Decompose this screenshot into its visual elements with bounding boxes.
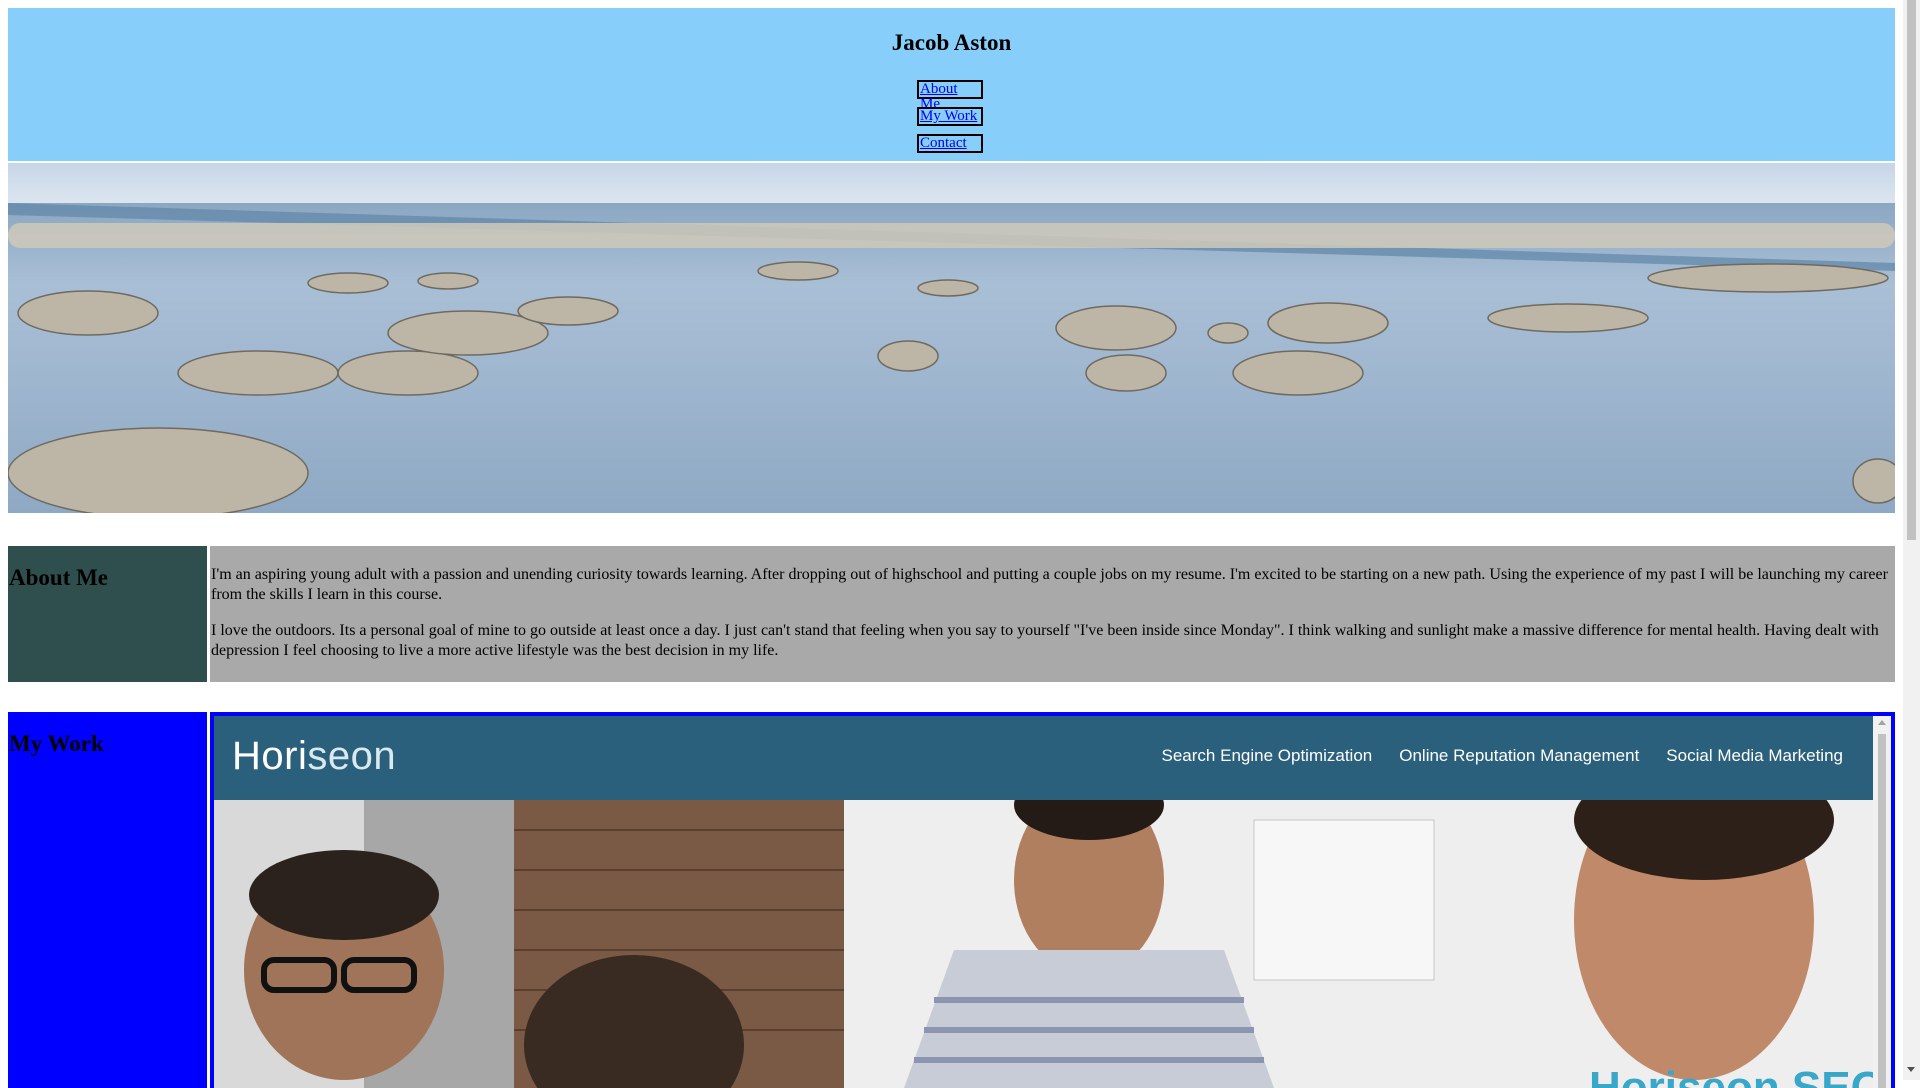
site-title: Jacob Aston: [891, 30, 1012, 55]
nav-item-about: About Me: [917, 80, 983, 112]
nav-link-work[interactable]: My Work: [920, 108, 977, 124]
horiseon-nav-reputation[interactable]: Online Reputation Management: [1399, 746, 1639, 766]
nav-link-contact[interactable]: Contact: [920, 135, 967, 151]
hero-seascape-illustration: [8, 163, 1895, 513]
project-preview[interactable]: Horiseon Search Engine Optimization Onli…: [214, 716, 1891, 1088]
about-label-panel: About Me: [8, 546, 207, 682]
work-label-panel: My Work: [8, 712, 207, 1088]
work-heading: My Work: [9, 731, 104, 756]
horiseon-nav-seo[interactable]: Search Engine Optimization: [1162, 746, 1373, 766]
about-text-panel: I'm an aspiring young adult with a passi…: [210, 546, 1895, 682]
horiseon-hero-photo: [214, 800, 1873, 1088]
nav-item-work: My Work: [917, 107, 983, 126]
project-iframe-frame: Horiseon Search Engine Optimization Onli…: [210, 712, 1895, 1088]
iframe-scroll-up-icon[interactable]: [1878, 720, 1886, 725]
horiseon-nav: Search Engine Optimization Online Reputa…: [1162, 746, 1843, 766]
horiseon-overlay-text: Horiseon SEO: [1589, 1063, 1885, 1088]
horiseon-nav-social[interactable]: Social Media Marketing: [1666, 746, 1843, 766]
horiseon-logo[interactable]: Horiseon: [232, 734, 396, 779]
iframe-scrollbar[interactable]: [1873, 716, 1891, 1088]
site-header: Jacob Aston About Me My Work Contact: [8, 8, 1895, 161]
iframe-scroll-thumb[interactable]: [1878, 734, 1886, 1088]
page-scrollbar[interactable]: [1903, 0, 1920, 1080]
about-heading: About Me: [9, 565, 109, 590]
about-paragraph-1: I'm an aspiring young adult with a passi…: [211, 566, 1888, 603]
hero-image: [8, 163, 1895, 513]
horiseon-logo-accent: seon: [307, 734, 397, 778]
page-scroll-down-icon[interactable]: [1907, 1067, 1915, 1072]
page-scroll-thumb[interactable]: [1907, 0, 1916, 540]
about-paragraph-2: I love the outdoors. Its a personal goal…: [211, 622, 1879, 659]
horiseon-header: Horiseon Search Engine Optimization Onli…: [214, 716, 1873, 800]
horiseon-logo-main: Hori: [232, 734, 308, 778]
nav-item-contact: Contact: [917, 134, 983, 153]
